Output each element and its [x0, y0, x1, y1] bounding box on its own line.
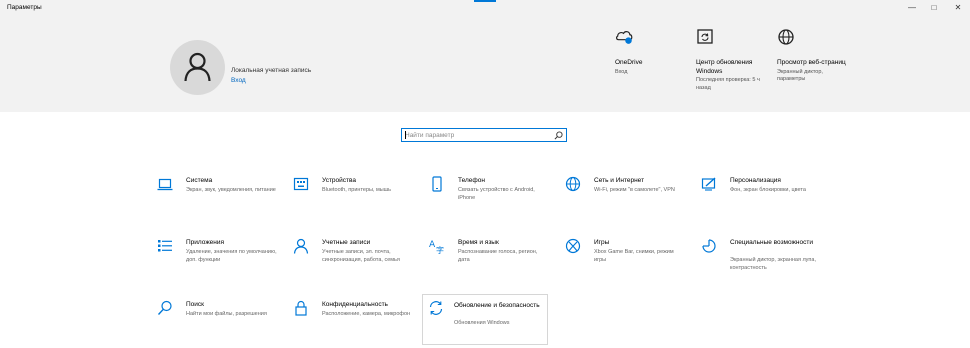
quick-web-browsing[interactable]: Просмотр веб-страниц Экранный диктор, па…	[777, 28, 847, 84]
quick-title: OneDrive	[615, 59, 643, 66]
tile-title: Время и язык	[458, 239, 499, 246]
sign-in-link[interactable]: Вход	[231, 77, 246, 84]
xbox-icon	[565, 238, 581, 254]
tile-apps[interactable]: Приложения Удаление, значения по умолчан…	[155, 236, 280, 286]
tile-description: Связать устройство с Android, iPhone	[458, 187, 535, 201]
tile-ease-of-access[interactable]: Специальные возможности Экранный диктор,…	[699, 236, 824, 286]
tile-phone[interactable]: Телефон Связать устройство с Android, iP…	[427, 174, 552, 224]
brush-icon	[701, 177, 716, 191]
tile-title: Специальные возможности	[730, 239, 813, 246]
tile-title: Система	[186, 177, 213, 184]
tile-title: Персонализация	[730, 177, 781, 184]
sync-icon	[429, 301, 443, 315]
tile-network[interactable]: Сеть и Интернет Wi-Fi, режим "в самолете…	[563, 174, 688, 224]
tile-title: Приложения	[186, 239, 225, 246]
search-icon[interactable]	[554, 131, 563, 140]
tile-devices[interactable]: Устройства Bluetooth, принтеры, мышь	[291, 174, 416, 224]
tile-time-language[interactable]: A 字 Время и язык Распознавание голоса, р…	[427, 236, 552, 286]
phone-icon	[432, 176, 442, 192]
tile-description: Фон, экран блокировки, цвета	[730, 187, 806, 193]
tile-title: Конфиденциальность	[322, 301, 388, 308]
quick-subtitle: Экранный диктор, параметры	[777, 68, 823, 83]
cloud-icon	[616, 31, 633, 44]
tile-description: Удаление, значения по умолчанию, доп. фу…	[186, 249, 277, 263]
text-caret	[405, 131, 406, 139]
tile-description: Расположение, камера, микрофон	[322, 311, 411, 317]
tile-description: Экранный диктор, экранная лупа, контраст…	[730, 257, 816, 271]
avatar[interactable]	[170, 40, 225, 95]
user-icon	[184, 52, 211, 82]
person-icon	[293, 238, 309, 254]
language-icon: A 字	[429, 240, 444, 254]
laptop-icon	[157, 178, 173, 191]
tile-title: Телефон	[458, 177, 485, 184]
tile-title: Устройства	[322, 177, 357, 184]
tile-gaming[interactable]: Игры Xbox Game Bar, снимки, режим игры	[563, 236, 688, 286]
globe-icon	[565, 176, 581, 192]
update-icon	[697, 29, 713, 44]
tile-description: Экран, звук, уведомления, питание	[186, 187, 276, 193]
keyboard-icon	[293, 177, 309, 191]
account-name: Локальная учетная запись	[231, 67, 312, 74]
minimize-button[interactable]: —	[900, 2, 924, 14]
lock-icon	[295, 300, 307, 316]
tile-description: Найти мои файлы, разрешения	[186, 311, 267, 317]
quick-subtitle: Вход	[615, 68, 628, 75]
apps-list-icon	[158, 240, 172, 252]
tile-title: Игры	[594, 239, 610, 246]
header-banner: Локальная учетная запись Вход OneDrive В…	[0, 16, 970, 112]
maximize-button[interactable]: □	[922, 2, 946, 14]
tile-description: Обновления Windows	[454, 320, 510, 326]
tile-description: Xbox Game Bar, снимки, режим игры	[594, 249, 674, 263]
tile-search[interactable]: Поиск Найти мои файлы, разрешения	[155, 298, 280, 348]
tile-description: Учетные записи, эл. почта, синхронизация…	[322, 249, 400, 263]
quick-title: Просмотр веб-страниц	[777, 59, 846, 66]
search-box[interactable]	[401, 128, 567, 142]
quick-onedrive[interactable]: OneDrive Вход	[615, 28, 685, 76]
svg-text:字: 字	[436, 245, 444, 254]
quick-title: Центр обновления Windows	[696, 59, 753, 75]
tile-update-security[interactable]: Обновление и безопасность Обновления Win…	[422, 294, 548, 345]
tile-title: Учетные записи	[322, 239, 371, 246]
search-input[interactable]	[405, 129, 550, 141]
globe-icon	[778, 29, 794, 45]
close-button[interactable]: ✕	[946, 2, 970, 14]
ease-of-access-icon	[702, 239, 716, 253]
quick-windows-update[interactable]: Центр обновления Windows Последняя прове…	[696, 28, 766, 92]
tile-personalization[interactable]: Персонализация Фон, экран блокировки, цв…	[699, 174, 824, 224]
tile-system[interactable]: Система Экран, звук, уведомления, питани…	[155, 174, 280, 224]
title-bar: Параметры — □ ✕	[0, 0, 970, 16]
tile-description: Распознавание голоса, регион, дата	[458, 249, 538, 263]
tile-title: Сеть и Интернет	[594, 177, 645, 184]
tile-description: Bluetooth, принтеры, мышь	[322, 187, 392, 193]
tile-title: Обновление и безопасность	[454, 302, 540, 309]
search-icon	[157, 300, 172, 315]
tile-description: Wi-Fi, режим "в самолете", VPN	[594, 187, 675, 193]
quick-subtitle: Последняя проверка: 5 ч назад	[696, 77, 760, 91]
window-title: Параметры	[7, 4, 42, 11]
svg-text:A: A	[429, 240, 436, 250]
title-accent	[474, 0, 496, 2]
tile-privacy[interactable]: Конфиденциальность Расположение, камера,…	[291, 298, 416, 348]
tile-title: Поиск	[186, 301, 205, 308]
tile-accounts[interactable]: Учетные записи Учетные записи, эл. почта…	[291, 236, 416, 286]
